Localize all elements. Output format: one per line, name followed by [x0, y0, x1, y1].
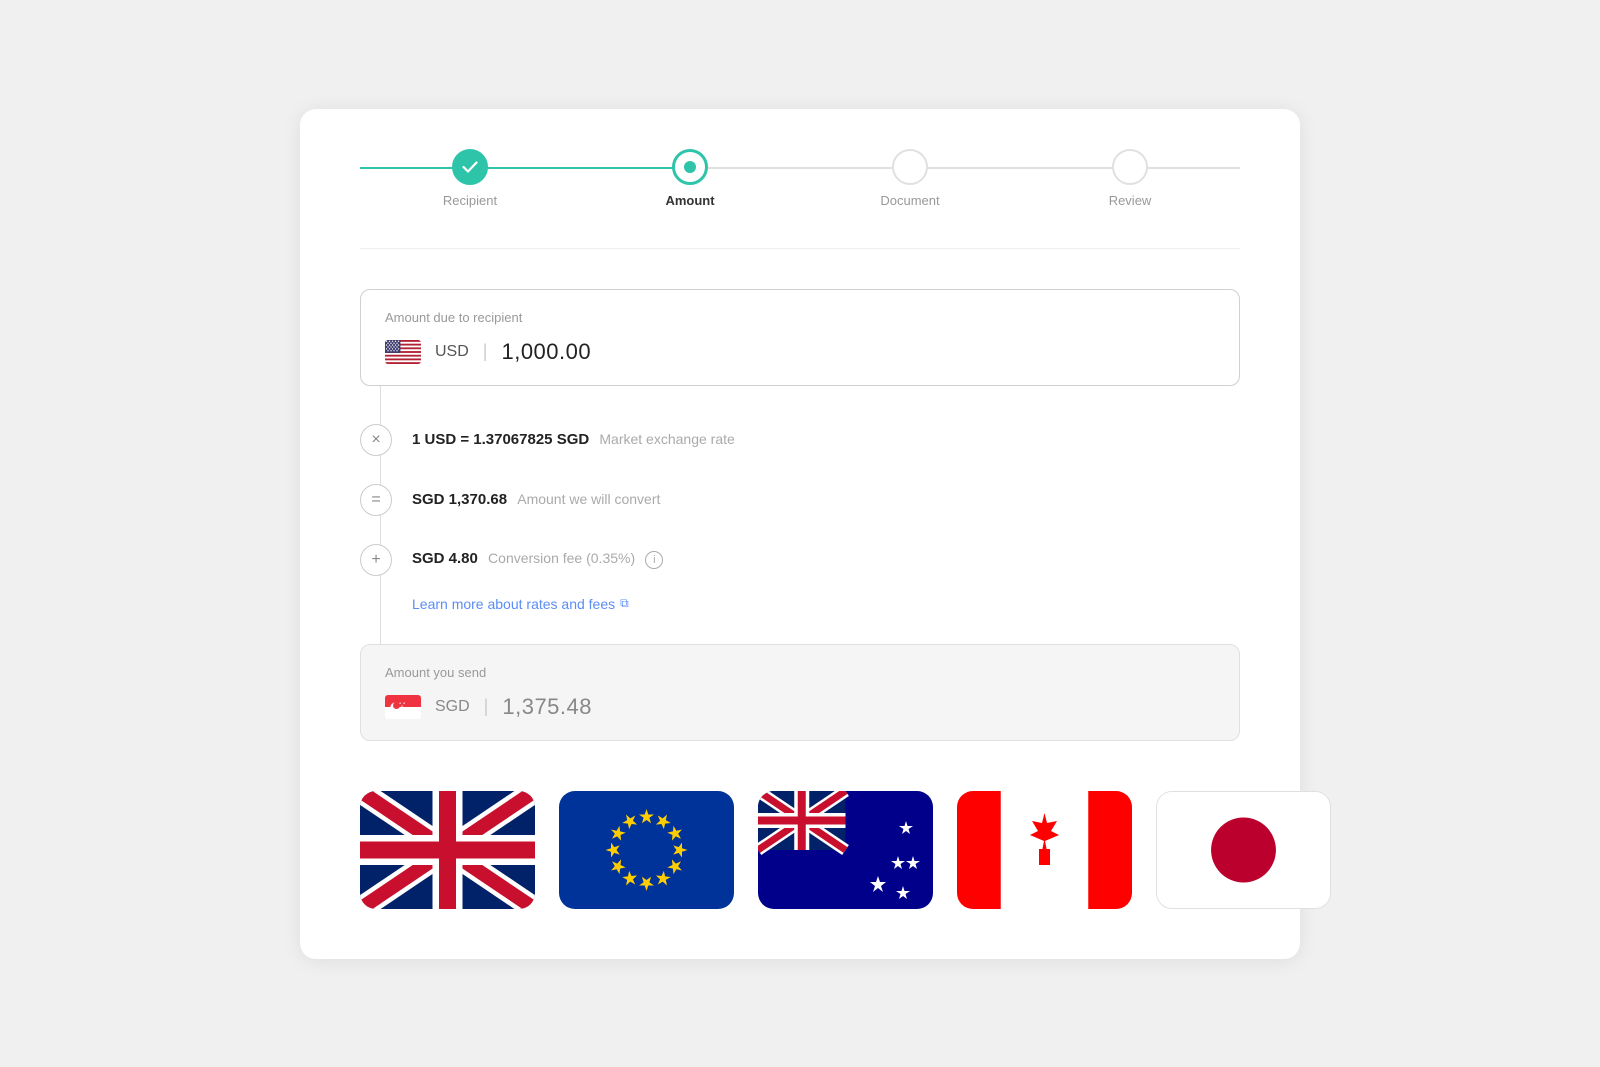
amount-send-value: 1,375.48: [502, 694, 592, 720]
equals-operator: =: [360, 484, 392, 516]
uk-flag-card[interactable]: [360, 791, 535, 909]
canada-flag-card[interactable]: [957, 791, 1132, 909]
exchange-rate-text: 1 USD = 1.37067825 SGD Market exchange r…: [412, 431, 735, 448]
step-label-review: Review: [1109, 193, 1152, 208]
bottom-flags: [360, 791, 1240, 909]
amount-send-divider: |: [484, 696, 489, 717]
learn-more-text: Learn more about rates and fees: [412, 596, 615, 612]
exchange-rate-label: Market exchange rate: [599, 431, 734, 447]
step-circle-amount: [672, 149, 708, 185]
exchange-rate-value: 1 USD = 1.37067825 SGD: [412, 431, 589, 448]
step-label-document: Document: [880, 193, 939, 208]
amount-due-divider: |: [483, 341, 488, 362]
convert-amount-row: = SGD 1,370.68 Amount we will convert: [360, 470, 1240, 530]
step-circle-review: [1112, 149, 1148, 185]
multiply-operator: ×: [360, 424, 392, 456]
step-label-amount: Amount: [665, 193, 714, 208]
usd-currency-code: USD: [435, 343, 469, 361]
amount-send-label: Amount you send: [385, 665, 1215, 680]
amount-due-row: USD | 1,000.00: [385, 339, 1215, 365]
step-document: Document: [800, 149, 1020, 208]
amount-due-label: Amount due to recipient: [385, 310, 1215, 325]
fee-label: Conversion fee (0.35%): [488, 550, 635, 566]
fee-row: + SGD 4.80 Conversion fee (0.35%) i: [360, 530, 1240, 590]
step-circle-recipient: [452, 149, 488, 185]
amount-send-box: Amount you send: [360, 644, 1240, 741]
sgd-currency-code: SGD: [435, 698, 470, 716]
amount-due-box[interactable]: Amount due to recipient: [360, 289, 1240, 386]
multiply-symbol: ×: [371, 431, 380, 449]
amount-due-value: 1,000.00: [501, 339, 591, 365]
learn-more-link[interactable]: Learn more about rates and fees ⧉: [412, 596, 629, 612]
plus-operator: +: [360, 544, 392, 576]
step-recipient: Recipient: [360, 149, 580, 208]
step-amount: Amount: [580, 149, 800, 208]
main-card: Recipient Amount Document Review Amount …: [300, 109, 1300, 959]
fee-value: SGD 4.80: [412, 550, 478, 567]
sgd-flag: [385, 695, 421, 719]
step-label-recipient: Recipient: [443, 193, 497, 208]
converted-amount-label: Amount we will convert: [517, 491, 660, 507]
converted-amount-value: SGD 1,370.68: [412, 491, 507, 508]
learn-more-row: Learn more about rates and fees ⧉: [360, 590, 1240, 620]
usd-flag: [385, 340, 421, 364]
step-circle-document: [892, 149, 928, 185]
plus-symbol: +: [371, 551, 380, 569]
stepper: Recipient Amount Document Review: [360, 149, 1240, 208]
calc-section: × 1 USD = 1.37067825 SGD Market exchange…: [360, 386, 1240, 644]
japan-flag-card[interactable]: [1156, 791, 1331, 909]
australia-flag-card[interactable]: [758, 791, 933, 909]
eu-flag-card[interactable]: [559, 791, 734, 909]
external-link-icon: ⧉: [620, 596, 629, 611]
exchange-rate-row: × 1 USD = 1.37067825 SGD Market exchange…: [360, 410, 1240, 470]
amount-send-row: SGD | 1,375.48: [385, 694, 1215, 720]
step-review: Review: [1020, 149, 1240, 208]
fee-text: SGD 4.80 Conversion fee (0.35%) i: [412, 550, 663, 568]
divider: [360, 248, 1240, 249]
fee-info-icon[interactable]: i: [645, 551, 663, 569]
equals-symbol: =: [371, 491, 380, 509]
convert-amount-text: SGD 1,370.68 Amount we will convert: [412, 491, 660, 508]
